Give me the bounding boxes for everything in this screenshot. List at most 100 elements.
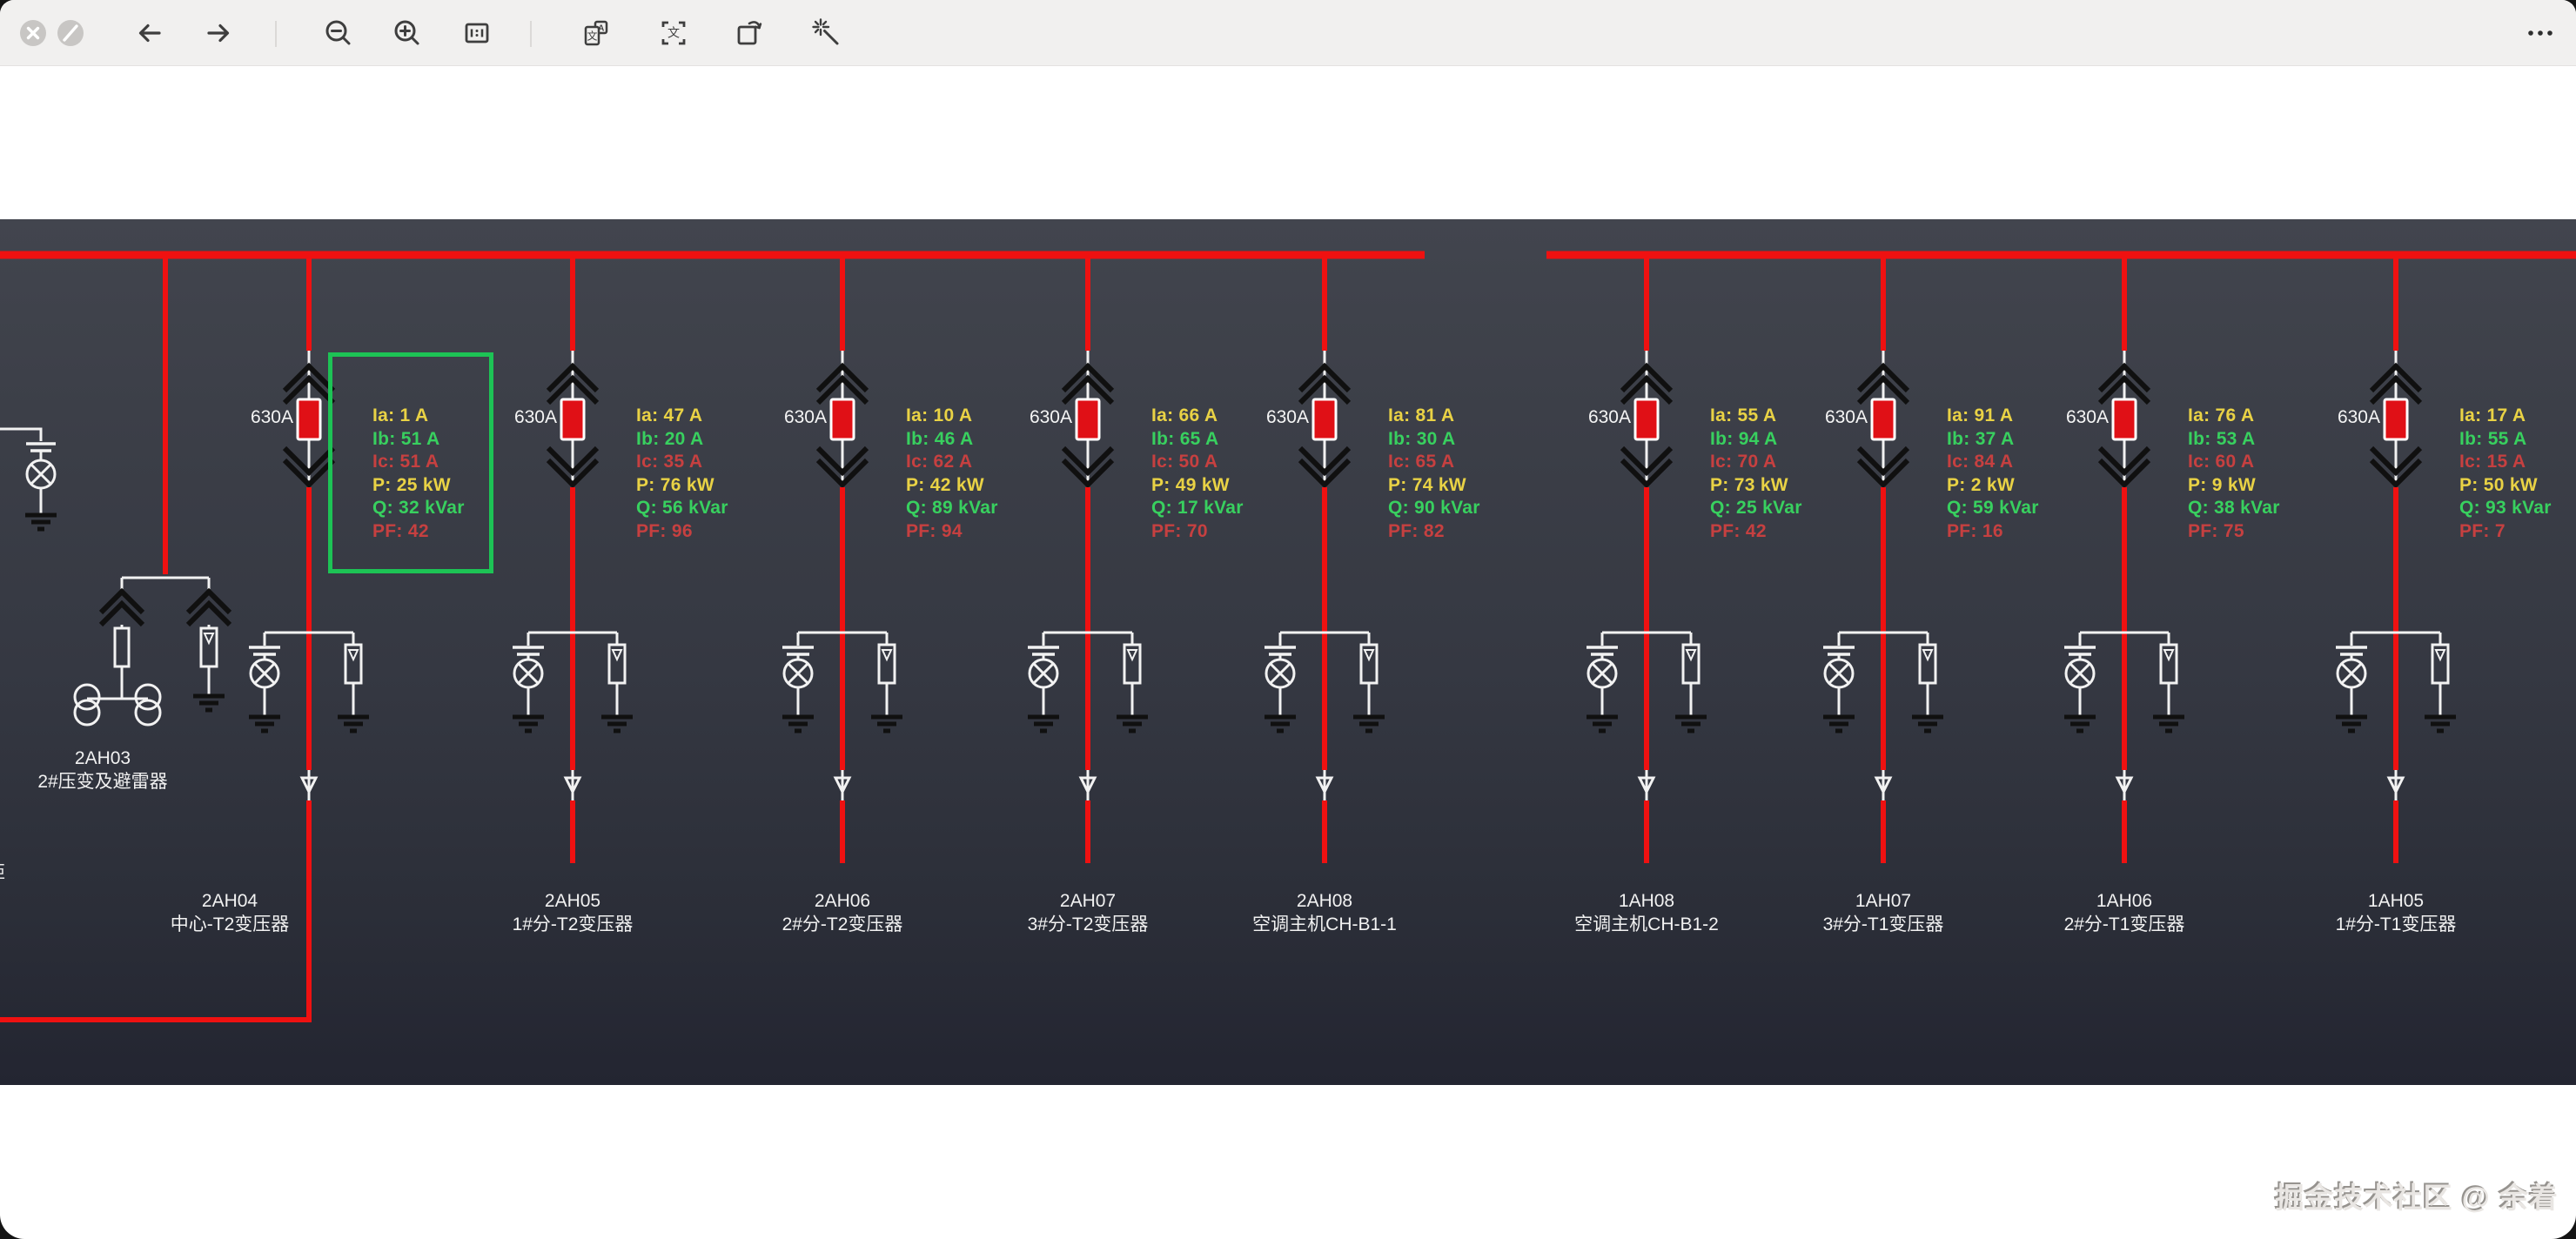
feeder-name: 空调主机CH-B1-2 bbox=[1516, 913, 1777, 936]
back-button[interactable] bbox=[131, 14, 169, 52]
watermark: 掘金技术社区 @ 余着 bbox=[2275, 1175, 2559, 1216]
forward-button[interactable] bbox=[199, 14, 238, 52]
pt-bay-name: 2#压变及避雷器 bbox=[0, 770, 233, 794]
breaker-icon[interactable] bbox=[1872, 399, 1895, 439]
ground-icon bbox=[2153, 717, 2184, 731]
breaker-icon[interactable] bbox=[1635, 399, 1658, 439]
zoom-in-button[interactable] bbox=[388, 14, 426, 52]
lamp-branch bbox=[1823, 633, 1855, 731]
rotate-button[interactable] bbox=[730, 14, 768, 52]
feeder-symbols bbox=[992, 219, 1184, 1085]
measurement-row: P: 9 kW bbox=[2188, 474, 2280, 498]
feeder-symbols bbox=[1229, 219, 1420, 1085]
breaker-icon[interactable] bbox=[561, 399, 584, 439]
lamp-branch bbox=[1587, 633, 1618, 731]
lamp-branch bbox=[513, 633, 544, 731]
breaker-icon[interactable] bbox=[1077, 399, 1099, 439]
breaker-rating-label: 630A bbox=[1551, 407, 1631, 428]
toolbar-divider bbox=[275, 21, 277, 47]
measurement-row: Q: 38 kVar bbox=[2188, 497, 2280, 520]
forward-arrow-icon bbox=[201, 16, 236, 50]
breaker-icon[interactable] bbox=[298, 399, 320, 439]
translate-selection-button[interactable]: 文 bbox=[654, 14, 693, 52]
svg-text:文: 文 bbox=[667, 26, 680, 40]
feeder-code: 2AH07 bbox=[957, 889, 1218, 913]
feeder-bay-1AH05: 630A Ia: 17 AIb: 55 AIc: 15 AP: 50 kWQ: … bbox=[2300, 219, 2492, 1085]
lamp-branch bbox=[1265, 633, 1296, 731]
breaker-icon[interactable] bbox=[2385, 399, 2407, 439]
feeder-name: 1#分-T1变压器 bbox=[2265, 913, 2526, 936]
feeder-name: 3#分-T2变压器 bbox=[957, 913, 1218, 936]
zoom-out-button[interactable] bbox=[319, 14, 358, 52]
measurement-row: Ic: 15 A bbox=[2459, 451, 2552, 474]
translate-selection-icon: 文 bbox=[656, 16, 691, 50]
feeder-symbols bbox=[1551, 219, 1742, 1085]
measurement-row: Ib: 20 A bbox=[636, 428, 728, 452]
breaker-icon[interactable] bbox=[1313, 399, 1336, 439]
feeder-bay-2AH06: 630A Ia: 10 AIb: 46 AIc: 62 AP: 42 kWQ: … bbox=[747, 219, 938, 1085]
more-dots-icon bbox=[2523, 16, 2558, 50]
measurement-row: Q: 59 kVar bbox=[1947, 497, 2039, 520]
measurement-row: P: 74 kW bbox=[1388, 474, 1480, 498]
feeder-code: 2AH04 bbox=[99, 889, 360, 913]
load-box-branch bbox=[1912, 633, 1943, 731]
measurement-row: Q: 93 kVar bbox=[2459, 497, 2552, 520]
breaker-icon[interactable] bbox=[2113, 399, 2136, 439]
ground-icon bbox=[1265, 717, 1296, 731]
ground-icon bbox=[1587, 717, 1618, 731]
back-arrow-icon bbox=[132, 16, 167, 50]
ground-icon bbox=[2064, 717, 2096, 731]
feeder-bay-2AH04: 630A Ia: 1 AIb: 51 AIc: 51 AP: 25 kWQ: 3… bbox=[213, 219, 405, 1085]
feeder-code: 2AH08 bbox=[1194, 889, 1455, 913]
measurement-block: Ia: 81 AIb: 30 AIc: 65 AP: 74 kWQ: 90 kV… bbox=[1388, 405, 1480, 544]
measurement-row: Ia: 10 A bbox=[906, 405, 998, 428]
ground-icon bbox=[1117, 717, 1148, 731]
ground-icon bbox=[1675, 717, 1707, 731]
close-button[interactable] bbox=[14, 14, 52, 52]
toolbar-divider bbox=[530, 21, 532, 47]
measurement-row: Ib: 53 A bbox=[2188, 428, 2280, 452]
do-not-disturb-button[interactable] bbox=[51, 14, 90, 52]
magic-wand-button[interactable] bbox=[808, 14, 846, 52]
lamp-branch bbox=[2336, 633, 2367, 731]
load-box-branch bbox=[338, 633, 369, 731]
measurement-row: Ib: 37 A bbox=[1947, 428, 2039, 452]
breaker-rating-label: 630A bbox=[2029, 407, 2109, 428]
load-box-branch bbox=[2153, 633, 2184, 731]
breaker-rating-label: 630A bbox=[1788, 407, 1868, 428]
feeder-code: 1AH06 bbox=[1994, 889, 2255, 913]
svg-text:A: A bbox=[598, 23, 604, 33]
rotate-icon bbox=[732, 16, 767, 50]
ground-icon bbox=[1353, 717, 1385, 731]
translate-page-button[interactable]: A 文 bbox=[577, 14, 615, 52]
feeder-name: 中心-T2变压器 bbox=[99, 913, 360, 936]
measurement-row: Q: 89 kVar bbox=[906, 497, 998, 520]
measurement-row: Ia: 17 A bbox=[2459, 405, 2552, 428]
measurement-block: Ia: 10 AIb: 46 AIc: 62 AP: 42 kWQ: 89 kV… bbox=[906, 405, 998, 544]
measurement-row: Q: 56 kVar bbox=[636, 497, 728, 520]
breaker-rating-label: 630A bbox=[992, 407, 1072, 428]
load-box-branch bbox=[2425, 633, 2456, 731]
edge-clipped-label: 2 柜 bbox=[0, 839, 23, 884]
feeder-code: 1AH08 bbox=[1516, 889, 1777, 913]
ground-icon bbox=[1912, 717, 1943, 731]
lamp-branch bbox=[2064, 633, 2096, 731]
diagram-canvas[interactable]: 2AH03 2#压变及避雷器 2 柜 bbox=[0, 219, 2576, 1085]
feeder-symbols bbox=[2300, 219, 2492, 1085]
feeder-bay-1AH07: 630A Ia: 91 AIb: 37 AIc: 84 AP: 2 kWQ: 5… bbox=[1788, 219, 1979, 1085]
breaker-rating-label: 630A bbox=[2300, 407, 2380, 428]
ground-icon bbox=[249, 717, 280, 731]
ground-icon bbox=[601, 717, 633, 731]
feeder-name: 1#分-T2变压器 bbox=[442, 913, 703, 936]
lamp-branch bbox=[782, 633, 814, 731]
measurement-row: Ia: 76 A bbox=[2188, 405, 2280, 428]
zoom-out-icon bbox=[321, 16, 356, 50]
capacitor-icon bbox=[1028, 647, 1059, 654]
actual-size-button[interactable] bbox=[458, 14, 496, 52]
more-options-button[interactable] bbox=[2521, 14, 2559, 52]
measurement-row: Ic: 62 A bbox=[906, 451, 998, 474]
feeder-symbols bbox=[213, 219, 405, 1085]
feeder-name: 空调主机CH-B1-1 bbox=[1194, 913, 1455, 936]
breaker-icon[interactable] bbox=[831, 399, 854, 439]
svg-text:文: 文 bbox=[587, 30, 597, 43]
